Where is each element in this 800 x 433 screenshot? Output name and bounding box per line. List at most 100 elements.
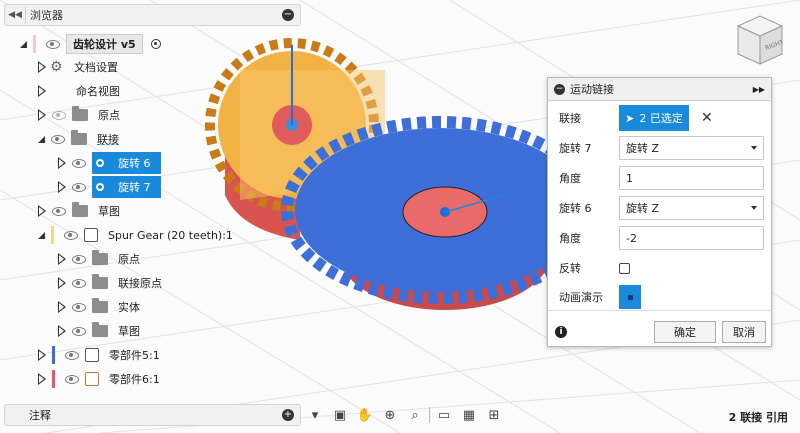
tree-label: 零部件6:1 [109,373,160,386]
eye-icon[interactable] [72,302,86,312]
expand-right-icon[interactable]: ▶▶ [753,85,765,94]
tree-row-component-6[interactable]: 零部件6:1 [38,369,160,389]
eye-icon[interactable] [65,350,79,360]
reverse-label: 反转 [559,262,581,275]
tree-row-sketches[interactable]: 草图 [38,201,120,221]
collapse-icon[interactable]: ◀◀ [5,10,25,20]
revolute-6-row: 旋转 6 旋转 Z [559,196,764,220]
fit-icon[interactable]: ⌕ [404,405,426,425]
joint-icon [96,183,104,191]
clear-selection-icon[interactable]: ✕ [701,110,713,126]
angle-2-input[interactable]: -2 [619,226,764,250]
minus-icon[interactable]: − [282,9,294,21]
selected-joint-6[interactable]: 旋转 6 [92,152,161,174]
eye-icon[interactable] [72,182,86,192]
tree-row-origin[interactable]: 原点 [38,105,120,125]
orbit-dropdown-icon[interactable]: ▾ [304,405,326,425]
motion-link-dialog: − 运动链接 ▶▶ 联接 ➤ 2 已选定 ✕ 旋转 7 旋转 Z 角度 1 旋转… [547,77,772,347]
expand-icon[interactable] [58,325,66,337]
tree-row-joints[interactable]: 联接 [38,129,119,149]
expand-icon[interactable] [58,277,66,289]
info-icon[interactable]: i [555,326,567,338]
activate-radio[interactable] [150,39,161,49]
tree-label: 草图 [118,325,140,338]
expand-icon[interactable] [58,301,66,313]
expand-icon[interactable] [38,231,45,239]
input-value: -2 [626,231,637,245]
joints-label: 联接 [559,112,581,125]
expand-icon[interactable] [38,373,46,385]
eye-icon[interactable] [52,206,66,216]
revolute-7-select[interactable]: 旋转 Z [619,136,764,160]
eye-hidden-icon[interactable] [52,110,66,120]
look-at-icon[interactable]: ▣ [329,405,351,425]
tree-row-sub-origin[interactable]: 原点 [58,249,140,269]
cancel-button[interactable]: 取消 [722,321,766,343]
animate-label: 动画演示 [559,291,603,304]
component-icon [84,228,98,242]
joint-selection-button[interactable]: ➤ 2 已选定 [619,105,689,131]
expand-icon[interactable] [38,135,45,143]
revolute-6-label: 旋转 6 [559,202,592,215]
display-settings-icon[interactable]: ▭ [433,405,455,425]
tree-row-named-views[interactable]: 命名视图 [38,81,120,101]
viewcube[interactable]: RIGHT [728,12,790,70]
chevron-down-icon [751,206,757,210]
tree-row-root[interactable]: 齿轮设计 v5 [20,34,161,54]
eye-icon[interactable] [72,254,86,264]
tree-label: 联接原点 [118,277,162,290]
tree-row-revolute-6[interactable]: 旋转 6 [58,152,161,174]
dialog-title: 运动链接 [570,83,614,96]
expand-icon[interactable] [38,205,46,217]
expand-icon[interactable] [38,109,46,121]
annotations-panel[interactable]: 注释 + [4,404,301,426]
navigation-toolbar: ▾ ▣ ✋ ⊕ ⌕ ▭ ▦ ⊞ [304,404,505,426]
eye-icon[interactable] [46,39,60,49]
eye-icon[interactable] [72,158,86,168]
expand-icon[interactable] [58,157,66,169]
eye-icon[interactable] [64,230,78,240]
minus-icon[interactable]: − [554,83,565,95]
expand-icon[interactable] [38,85,46,97]
add-icon[interactable]: + [282,409,294,421]
folder-icon [72,202,88,217]
eye-icon[interactable] [65,374,79,384]
revolute-6-select[interactable]: 旋转 Z [619,196,764,220]
color-swatch [33,35,36,53]
angle-1-input[interactable]: 1 [619,166,764,190]
grid-icon[interactable]: ▦ [458,405,480,425]
eye-icon[interactable] [72,278,86,288]
ok-button[interactable]: 确定 [654,321,716,343]
reverse-checkbox[interactable] [619,262,630,274]
viewports-icon[interactable]: ⊞ [483,405,505,425]
expand-icon[interactable] [20,40,27,48]
tree-row-revolute-7[interactable]: 旋转 7 [58,176,161,198]
tree-row-component-5[interactable]: 零部件5:1 [38,345,160,365]
expand-icon[interactable] [58,181,66,193]
expand-icon[interactable] [38,61,46,73]
folder-icon [71,130,87,145]
tree-label: 原点 [98,109,120,122]
browser-panel-header: ◀◀ 浏览器 − [4,4,301,26]
tree-row-spur-gear[interactable]: Spur Gear (20 teeth):1 [38,225,233,245]
component-icon [85,372,99,386]
status-text: 2 联接 引用 [728,411,788,424]
tree-row-bodies[interactable]: 实体 [58,297,140,317]
color-swatch [52,370,55,388]
selected-joint-7[interactable]: 旋转 7 [92,176,161,198]
expand-icon[interactable] [58,253,66,265]
animate-button[interactable] [619,285,641,309]
browser-title: 浏览器 [25,7,282,23]
tree-row-joint-origins[interactable]: 联接原点 [58,273,162,293]
pan-hand-icon[interactable]: ✋ [354,405,376,425]
eye-icon[interactable] [51,134,65,144]
select-value: 旋转 Z [626,202,660,215]
zoom-icon[interactable]: ⊕ [379,405,401,425]
expand-icon[interactable] [38,349,46,361]
angle-2-row: 角度 -2 [559,226,764,250]
eye-icon[interactable] [72,326,86,336]
tree-row-sub-sketches[interactable]: 草图 [58,321,140,341]
folder-icon [92,250,108,265]
tree-row-doc-settings[interactable]: ⚙ 文档设置 [38,57,118,77]
angle-label: 角度 [559,232,581,245]
